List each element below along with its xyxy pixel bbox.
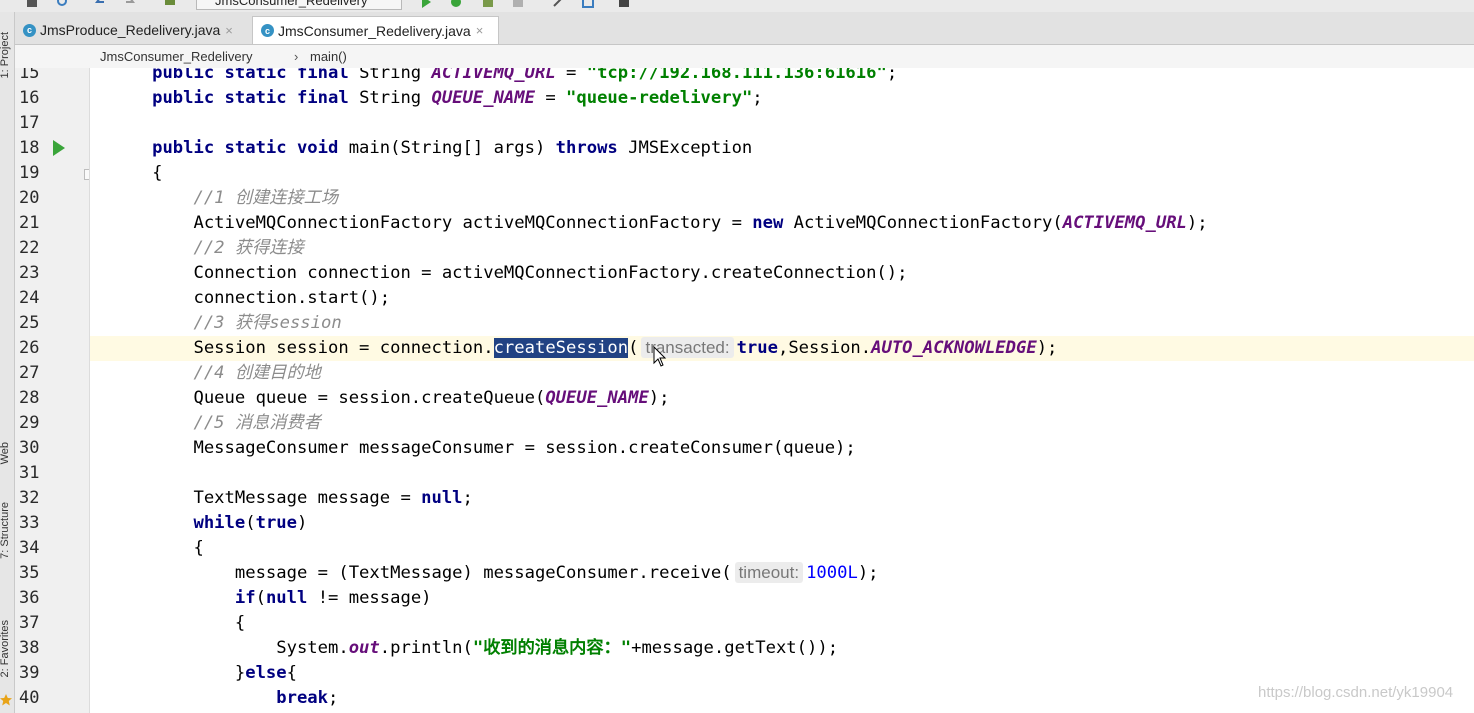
build-icon[interactable] bbox=[164, 0, 176, 8]
java-class-icon: c bbox=[261, 24, 274, 37]
watermark: https://blog.csdn.net/yk19904 bbox=[1258, 684, 1454, 701]
editor-gutter: 15 16 17 18 19 20 21 22 23 24 25 26 27 2… bbox=[15, 68, 90, 713]
stop-icon[interactable] bbox=[512, 0, 524, 8]
breadcrumb: JmsConsumer_Redelivery › main() bbox=[15, 45, 1474, 69]
back-icon[interactable] bbox=[94, 0, 106, 8]
code-comment: //5 消息消费者 bbox=[193, 413, 321, 433]
line-number: 27 bbox=[19, 363, 40, 383]
line-number: 16 bbox=[19, 88, 40, 108]
line-number: 17 bbox=[19, 113, 40, 133]
code-line: while(true) bbox=[193, 513, 308, 533]
line-number: 40 bbox=[19, 688, 40, 708]
tool-window-strip: 1: Project Web 7: Structure 2: Favorites bbox=[0, 12, 15, 713]
code-line: { bbox=[152, 163, 163, 183]
line-number: 38 bbox=[19, 638, 40, 658]
run-gutter-icon[interactable] bbox=[53, 140, 65, 156]
line-number: 15 bbox=[19, 68, 40, 83]
line-number: 28 bbox=[19, 388, 40, 408]
structure-icon[interactable] bbox=[582, 0, 594, 8]
code-line: ActiveMQConnectionFactory activeMQConnec… bbox=[193, 213, 1208, 233]
structure-tool-button[interactable]: 7: Structure bbox=[0, 502, 11, 559]
line-number: 36 bbox=[19, 588, 40, 608]
code-line: public static void main(String[] args) t… bbox=[152, 138, 753, 158]
code-line: Connection connection = activeMQConnecti… bbox=[193, 263, 908, 283]
run-icon[interactable] bbox=[420, 0, 432, 8]
line-number: 19 bbox=[19, 163, 40, 183]
breadcrumb-class[interactable]: JmsConsumer_Redelivery bbox=[100, 45, 252, 68]
code-line: TextMessage message = null; bbox=[193, 488, 473, 508]
line-number: 29 bbox=[19, 413, 40, 433]
code-line: public static final String QUEUE_NAME = … bbox=[152, 88, 763, 108]
tab-label: JmsConsumer_Redelivery.java bbox=[278, 22, 471, 39]
line-number: 32 bbox=[19, 488, 40, 508]
code-line: Queue queue = session.createQueue(QUEUE_… bbox=[193, 388, 670, 408]
favorites-tool-button[interactable]: 2: Favorites bbox=[0, 620, 11, 677]
line-number: 31 bbox=[19, 463, 40, 483]
project-tool-button[interactable]: 1: Project bbox=[0, 32, 11, 78]
line-number: 33 bbox=[19, 513, 40, 533]
line-number: 30 bbox=[19, 438, 40, 458]
code-editor[interactable]: public static final String ACTIVEMQ_URL … bbox=[90, 68, 1474, 713]
line-number: 35 bbox=[19, 563, 40, 583]
code-line: System.out.println("收到的消息内容："+message.ge… bbox=[276, 638, 839, 658]
coverage-icon[interactable] bbox=[482, 0, 494, 8]
editor-tab-bar: c JmsProduce_Redelivery.java × c JmsCons… bbox=[15, 12, 1474, 45]
line-number: 39 bbox=[19, 663, 40, 683]
tab-jmsconsumer-redelivery[interactable]: c JmsConsumer_Redelivery.java × bbox=[252, 16, 499, 44]
code-line: connection.start(); bbox=[193, 288, 391, 308]
tab-jmsproduce-redelivery[interactable]: c JmsProduce_Redelivery.java × bbox=[15, 16, 251, 44]
chevron-right-icon: › bbox=[294, 49, 299, 64]
tab-label: JmsProduce_Redelivery.java bbox=[40, 22, 221, 38]
code-comment: //4 创建目的地 bbox=[193, 363, 321, 383]
line-number: 22 bbox=[19, 238, 40, 258]
close-icon[interactable]: × bbox=[476, 23, 484, 38]
current-line-number: 26 bbox=[19, 338, 40, 358]
main-toolbar: JmsConsumer_Redelivery bbox=[0, 0, 1474, 12]
terminal-icon[interactable] bbox=[618, 0, 630, 8]
parameter-hint: timeout: bbox=[734, 562, 804, 583]
save-icon[interactable] bbox=[26, 0, 38, 8]
line-number: 24 bbox=[19, 288, 40, 308]
close-icon[interactable]: × bbox=[225, 23, 233, 38]
code-line: }else{ bbox=[234, 663, 297, 683]
mouse-cursor-icon bbox=[653, 346, 667, 367]
current-code-line: Session session = connection.createSessi… bbox=[90, 336, 1474, 361]
code-line: { bbox=[234, 613, 246, 633]
code-line: message = (TextMessage) messageConsumer.… bbox=[234, 562, 879, 583]
code-comment: //1 创建连接工场 bbox=[193, 188, 339, 208]
code-comment: //2 获得连接 bbox=[193, 238, 304, 258]
selected-text: createSession bbox=[493, 338, 629, 358]
wrench-icon[interactable] bbox=[552, 0, 564, 8]
run-configuration-select[interactable]: JmsConsumer_Redelivery bbox=[196, 0, 402, 10]
forward-icon[interactable] bbox=[124, 0, 136, 8]
line-number: 37 bbox=[19, 613, 40, 633]
line-number: 20 bbox=[19, 188, 40, 208]
sync-icon[interactable] bbox=[56, 0, 68, 8]
breadcrumb-method[interactable]: main() bbox=[310, 45, 347, 68]
code-comment: //3 获得session bbox=[193, 313, 342, 333]
web-tool-button[interactable]: Web bbox=[0, 442, 11, 464]
code-line: MessageConsumer messageConsumer = sessio… bbox=[193, 438, 856, 458]
line-number: 23 bbox=[19, 263, 40, 283]
star-icon bbox=[0, 694, 12, 706]
line-number: 34 bbox=[19, 538, 40, 558]
line-number: 25 bbox=[19, 313, 40, 333]
code-line: if(null != message) bbox=[234, 588, 432, 608]
debug-icon[interactable] bbox=[450, 0, 462, 8]
java-class-icon: c bbox=[23, 23, 36, 37]
line-number: 21 bbox=[19, 213, 40, 233]
code-line: public static final String ACTIVEMQ_URL … bbox=[152, 68, 898, 83]
code-line: { bbox=[193, 538, 204, 558]
